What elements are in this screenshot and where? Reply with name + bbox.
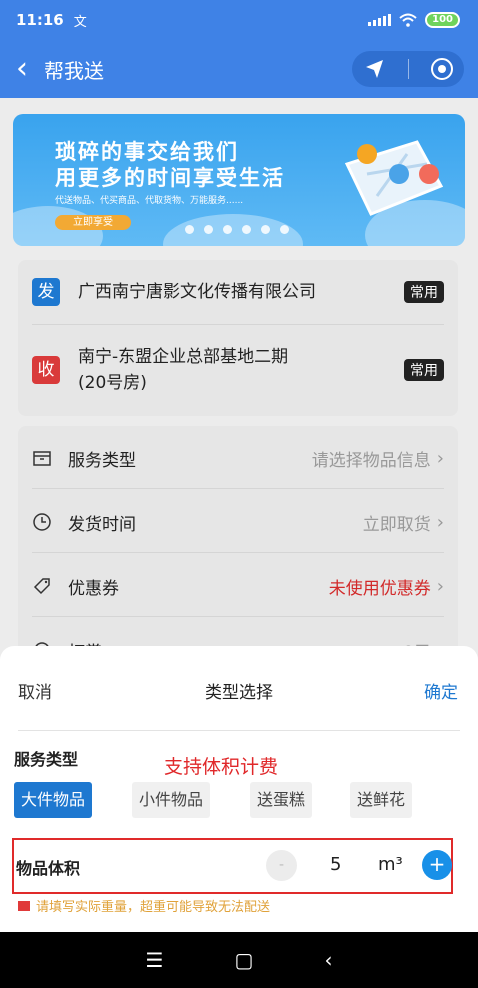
- banner-subtitle: 代送物品、代买商品、代取货物、万能服务......: [55, 196, 244, 206]
- option-row-ship-time[interactable]: 发货时间 立即取货 ›: [32, 494, 444, 550]
- chevron-right-icon: ›: [436, 447, 444, 469]
- sender-address-row[interactable]: 发 广西南宁唐影文化传播有限公司 常用: [32, 278, 444, 306]
- type-option-cake[interactable]: 送蛋糕: [250, 782, 313, 818]
- option-row-coupon[interactable]: 优惠券 未使用优惠券 ›: [32, 558, 444, 614]
- option-label: 服务类型: [68, 450, 136, 471]
- home-icon[interactable]: ▢: [235, 948, 254, 972]
- banner-cta-button[interactable]: 立即享受: [55, 215, 131, 230]
- increase-button[interactable]: +: [422, 850, 452, 880]
- coupon-icon: [33, 578, 50, 595]
- target-icon[interactable]: [431, 58, 454, 80]
- pagination-dot[interactable]: [185, 225, 194, 234]
- back-nav-icon[interactable]: ‹: [324, 948, 332, 972]
- volume-quantity[interactable]: 5: [330, 854, 341, 875]
- type-select-sheet: 类型选择 取消 确定 服务类型 支持体积计费 大件物品 小件物品 送蛋糕 送鲜花…: [0, 646, 478, 932]
- notification-icon: 文: [73, 14, 87, 30]
- sender-common-badge[interactable]: 常用: [404, 281, 444, 303]
- status-time: 11:16: [16, 11, 64, 29]
- option-value: 未使用优惠券 ›: [328, 575, 444, 599]
- pagination-dot[interactable]: [223, 225, 232, 234]
- cancel-button[interactable]: 取消: [18, 678, 52, 703]
- receiver-common-badge[interactable]: 常用: [404, 359, 444, 381]
- warning-flag-icon: [18, 900, 30, 911]
- volume-billing-annotation: 支持体积计费: [164, 756, 279, 778]
- sheet-title: 类型选择: [205, 683, 273, 703]
- warning-text: 请填写实际重量，超重可能导致无法配送: [36, 900, 271, 915]
- receiver-address: 南宁-东盟企业总部基地二期 (20号房): [78, 344, 288, 396]
- receiver-address-line2: (20号房): [78, 373, 147, 393]
- back-icon[interactable]: ‹: [16, 54, 28, 84]
- option-row-service-type[interactable]: 服务类型 请选择物品信息 ›: [32, 430, 444, 486]
- decrease-button[interactable]: -: [266, 850, 297, 881]
- pagination-dot[interactable]: [261, 225, 270, 234]
- header-capsule: [352, 51, 464, 87]
- receiver-tag: 收: [32, 356, 60, 384]
- sheet-divider: [18, 730, 460, 731]
- promo-banner[interactable]: 琐碎的事交给我们 用更多的时间享受生活 代送物品、代买商品、代取货物、万能服务.…: [13, 114, 465, 246]
- pagination-dot[interactable]: [280, 225, 289, 234]
- address-divider: [32, 324, 444, 325]
- sheet-header: 类型选择 取消 确定: [0, 670, 478, 710]
- pagination-dot[interactable]: [204, 225, 213, 234]
- sender-tag: 发: [32, 278, 60, 306]
- type-option-small-item[interactable]: 小件物品: [132, 782, 211, 818]
- pagination-dot[interactable]: [242, 225, 251, 234]
- option-divider: [32, 616, 444, 617]
- volume-input-row: 物品体积 - 5 m³ +: [12, 838, 453, 894]
- title-bar: ‹ 帮我送: [0, 40, 478, 98]
- receiver-address-row[interactable]: 收 南宁-东盟企业总部基地二期 (20号房) 常用: [32, 344, 444, 396]
- clock-icon: [33, 513, 51, 531]
- option-value: 立即取货 ›: [362, 511, 444, 535]
- address-card: 发 广西南宁唐影文化传播有限公司 常用 收 南宁-东盟企业总部基地二期 (20号…: [18, 260, 458, 416]
- chevron-right-icon: ›: [436, 511, 444, 533]
- status-bar: 11:16 文 100: [0, 0, 478, 40]
- option-divider: [32, 552, 444, 553]
- signal-icon: [368, 14, 392, 26]
- page-title: 帮我送: [44, 58, 104, 83]
- wifi-icon: [399, 13, 417, 27]
- menu-icon[interactable]: ☰: [146, 948, 164, 972]
- banner-headline-2: 用更多的时间享受生活: [55, 166, 285, 190]
- type-option-large-item[interactable]: 大件物品: [14, 782, 93, 818]
- banner-pagination: [185, 225, 289, 234]
- navigation-arrow-icon[interactable]: [363, 57, 387, 81]
- type-option-flowers[interactable]: 送鲜花: [350, 782, 413, 818]
- battery-icon: 100: [425, 12, 460, 28]
- map-phone-illustration: [344, 140, 444, 216]
- option-label: 优惠券: [68, 578, 119, 599]
- service-type-options: 大件物品 小件物品 送蛋糕 送鲜花: [14, 782, 474, 820]
- receiver-address-line1: 南宁-东盟企业总部基地二期: [78, 347, 289, 367]
- option-value: 请选择物品信息 ›: [311, 447, 444, 471]
- system-nav-bar: ☰ ▢ ‹: [0, 932, 478, 988]
- confirm-button[interactable]: 确定: [424, 678, 458, 703]
- option-divider: [32, 488, 444, 489]
- volume-unit: m³: [378, 854, 403, 875]
- status-right: 100: [368, 12, 460, 28]
- service-type-label: 服务类型: [14, 750, 79, 769]
- top-bar: 11:16 文 100 ‹ 帮我送: [0, 0, 478, 98]
- volume-label: 物品体积: [16, 859, 81, 878]
- weight-warning: 请填写实际重量，超重可能导致无法配送: [18, 896, 270, 915]
- order-options-card: 服务类型 请选择物品信息› 发货时间 立即取货› 优惠券 未使用优惠券› 打赏 …: [18, 426, 458, 666]
- option-label: 发货时间: [68, 514, 136, 535]
- chevron-right-icon: ›: [436, 575, 444, 597]
- sender-address: 广西南宁唐影文化传播有限公司: [78, 282, 316, 302]
- box-icon: [33, 451, 51, 466]
- capsule-divider: [408, 59, 410, 79]
